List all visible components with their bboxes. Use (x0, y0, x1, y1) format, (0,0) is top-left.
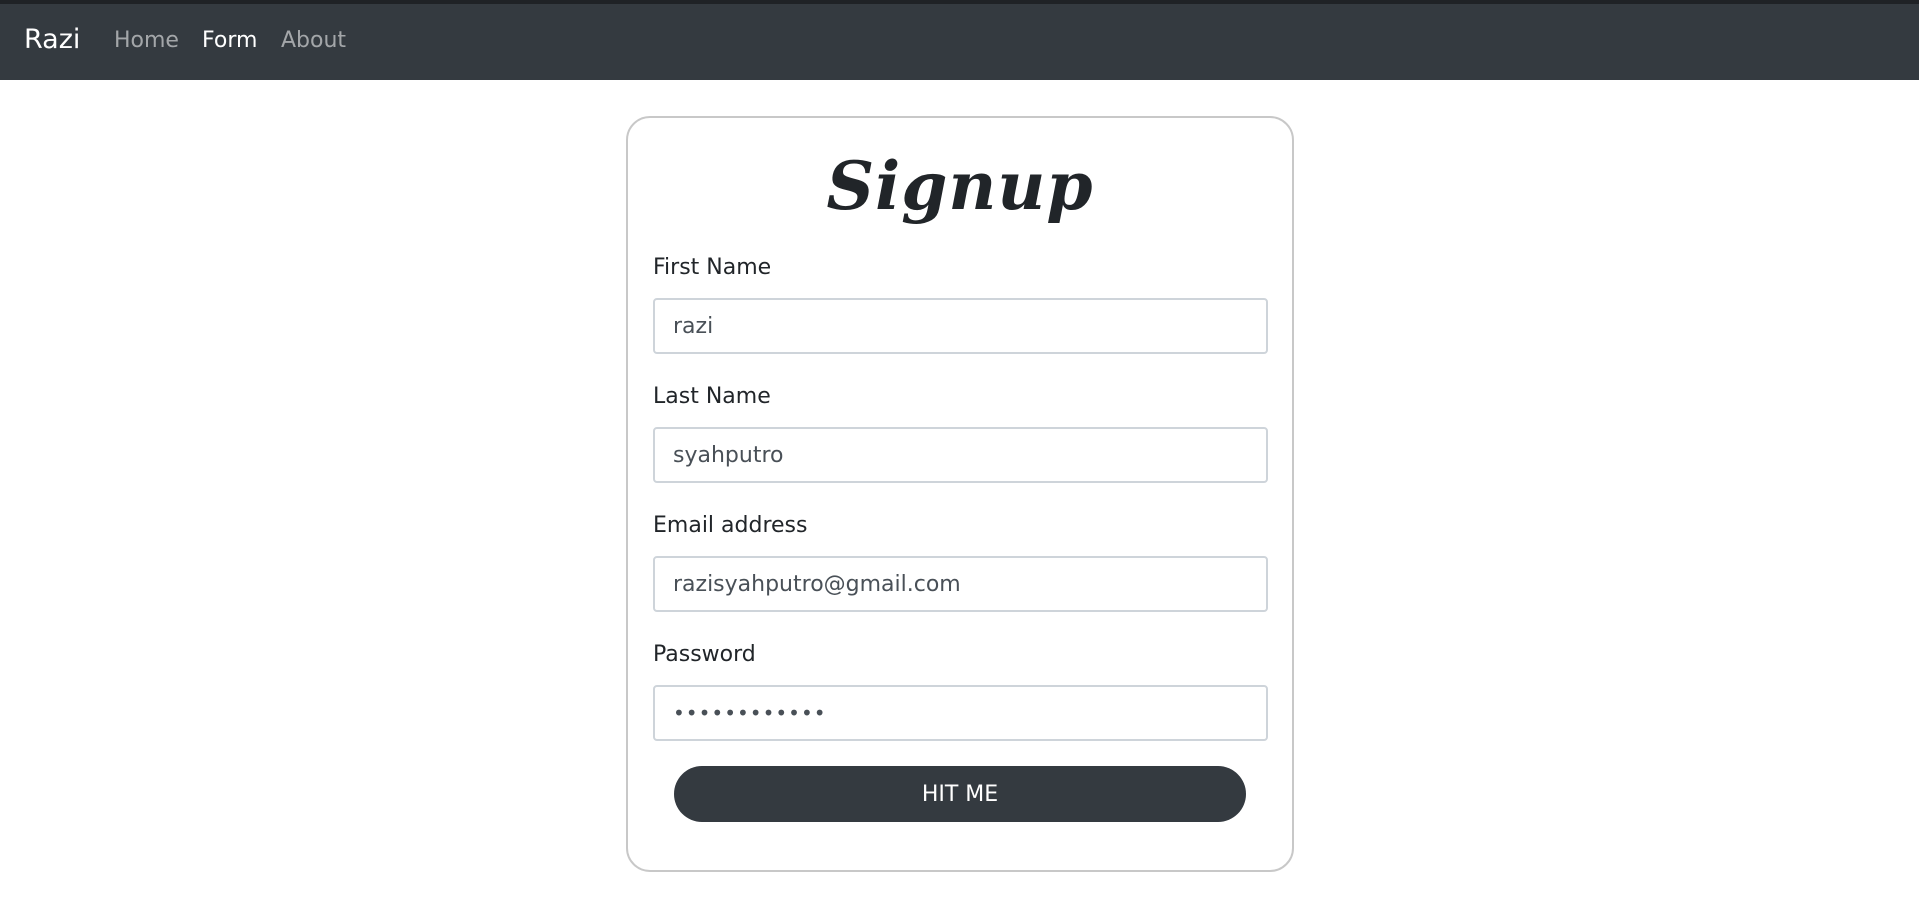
nav-link-home[interactable]: Home (114, 27, 179, 55)
submit-button[interactable]: HIT ME (674, 766, 1246, 822)
email-label: Email address (653, 513, 808, 538)
email-field[interactable] (653, 556, 1268, 612)
password-field[interactable] (653, 685, 1268, 741)
password-label: Password (653, 642, 756, 667)
last-name-label: Last Name (653, 384, 771, 409)
first-name-field[interactable] (653, 298, 1268, 354)
nav-link-about[interactable]: About (281, 27, 346, 55)
navbar-brand[interactable]: Razi (24, 23, 80, 57)
last-name-field[interactable] (653, 427, 1268, 483)
navbar: Razi Home Form About (0, 4, 1919, 80)
nav-link-form[interactable]: Form (202, 27, 257, 55)
first-name-label: First Name (653, 255, 772, 280)
form-title: Signup (826, 147, 1094, 225)
signup-card: Signup First Name Last Name Email addres… (626, 116, 1294, 872)
